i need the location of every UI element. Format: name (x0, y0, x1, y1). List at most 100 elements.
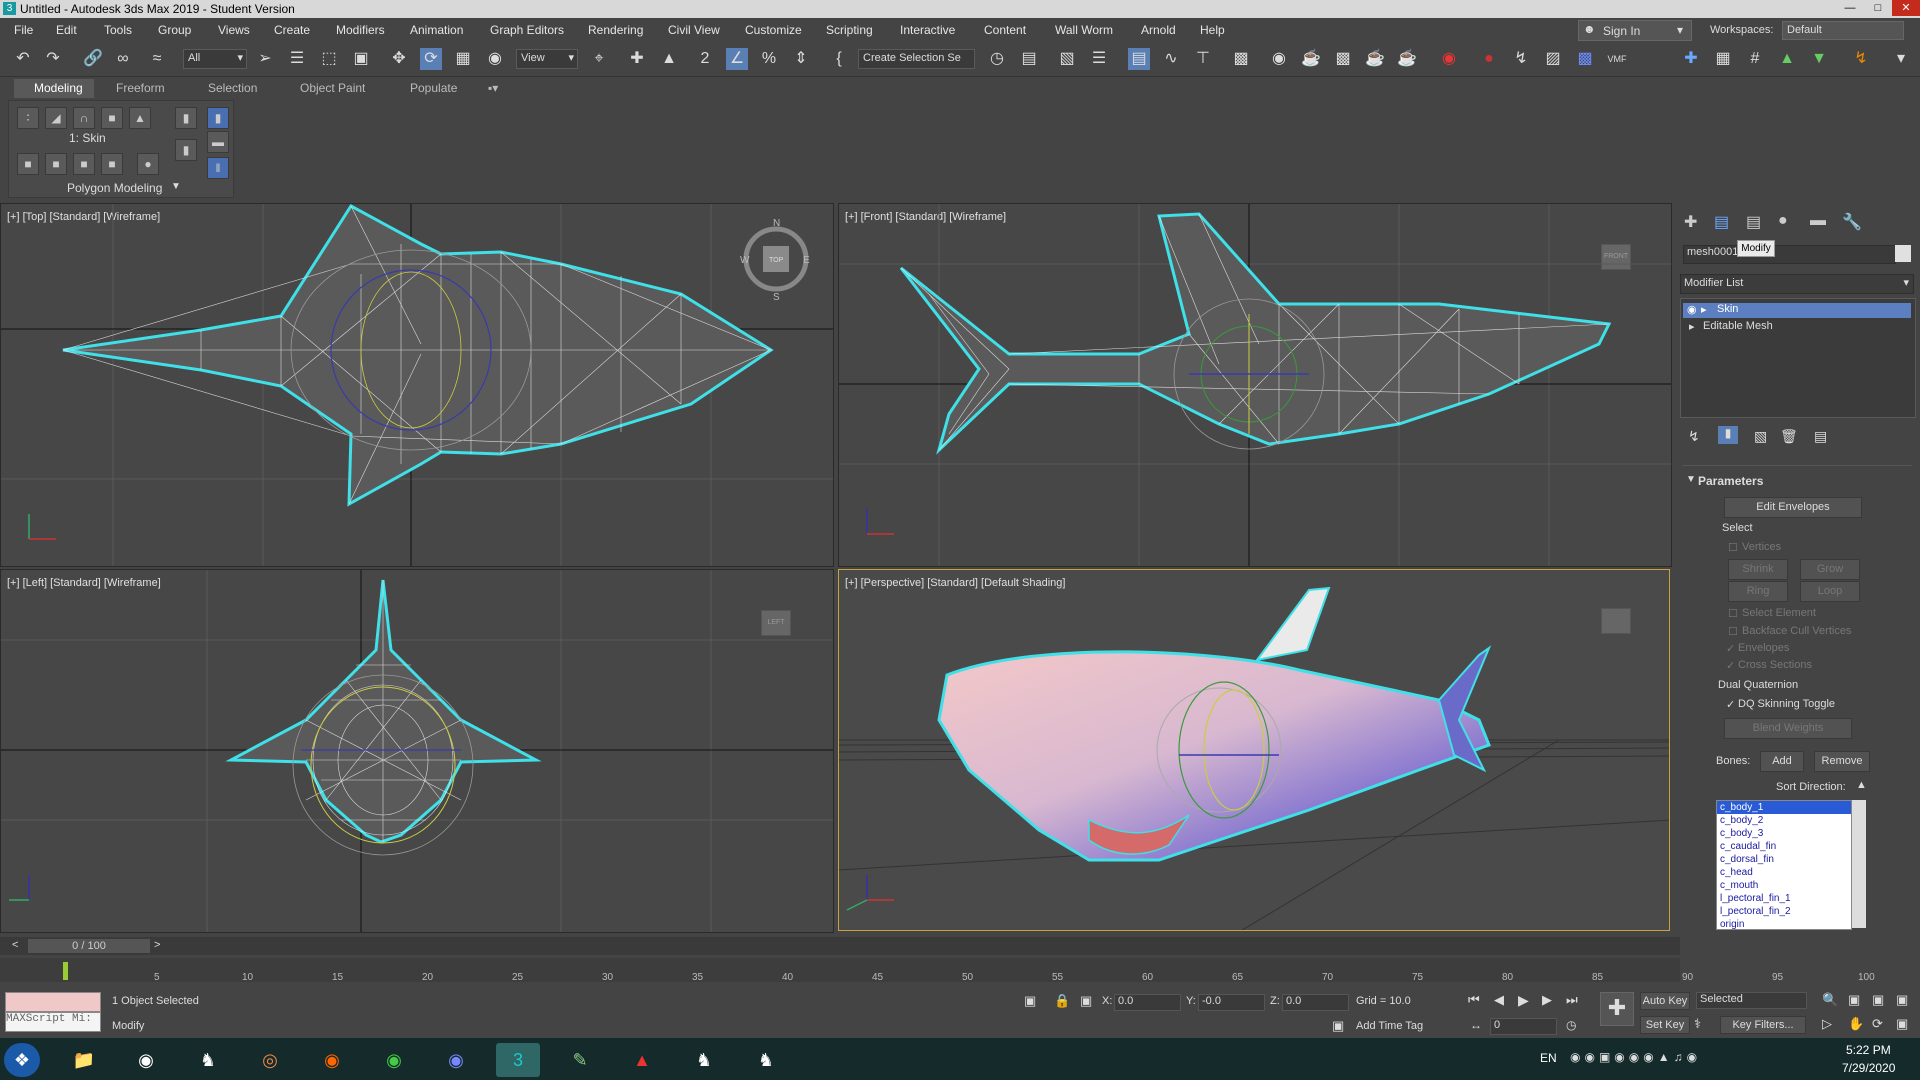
arnold-render-icon[interactable]: ◉ (1438, 48, 1460, 70)
list-item[interactable]: l_pectoral_fin_2 (1717, 905, 1851, 918)
start-icon[interactable]: ❖ (4, 1043, 40, 1077)
shrink-button[interactable]: Shrink (1728, 559, 1788, 580)
time-tag-icon[interactable]: ▣ (1332, 1018, 1344, 1034)
list-item[interactable]: c_caudal_fin (1717, 840, 1851, 853)
maxscript-listener-output[interactable] (5, 992, 101, 1012)
blend-weights-button[interactable]: Blend Weights (1724, 718, 1852, 739)
prev-frame-icon[interactable]: < (12, 939, 18, 951)
window-crossing-icon[interactable]: ▣ (350, 48, 372, 70)
select-manipulate-icon[interactable]: ✚ (626, 48, 648, 70)
key-mode-icon[interactable]: ↔ (1470, 1018, 1482, 1032)
parameters-rollout-title[interactable]: Parameters (1698, 474, 1763, 488)
viewport-perspective[interactable]: [+] [Perspective] [Standard] [Default Sh… (838, 569, 1670, 931)
menu-arnold[interactable]: Arnold (1141, 23, 1176, 37)
pivot-center-icon[interactable]: ⌖ (588, 48, 610, 70)
tab-freeform[interactable]: Freeform (116, 81, 165, 95)
list-item[interactable]: l_pectoral_fin_1 (1717, 892, 1851, 905)
menu-scripting[interactable]: Scripting (826, 23, 873, 37)
bones-scrollbar[interactable] (1852, 800, 1866, 928)
firefox-icon[interactable]: ◉ (310, 1043, 354, 1077)
scene-explorer-icon[interactable]: ▧ (1056, 48, 1078, 70)
stack-item-skin[interactable]: ◉ ▸ Skin (1683, 303, 1911, 318)
delete-icon[interactable]: 🗑 (1780, 428, 1798, 445)
menu-file[interactable]: File (14, 23, 33, 37)
minimize-icon[interactable]: — (1836, 0, 1864, 16)
select-element-checkbox[interactable]: ☐ (1728, 607, 1738, 620)
schematic-view-icon[interactable]: ▩ (1230, 48, 1252, 70)
menu-tools[interactable]: Tools (104, 23, 132, 37)
keyboard-shortcut-icon[interactable]: ▲ (658, 48, 680, 70)
orbit-icon[interactable]: ⟳ (1872, 1016, 1883, 1032)
zoom-extents-all-icon[interactable]: ▣ (1896, 992, 1908, 1008)
discord-icon[interactable]: ◉ (434, 1043, 478, 1077)
zoom-all-icon[interactable]: ▣ (1848, 992, 1860, 1008)
select-move-icon[interactable]: ✥ (388, 48, 410, 70)
eye-icon[interactable]: ◉ (1687, 303, 1697, 316)
render-setup-icon[interactable]: ☕ (1300, 48, 1322, 70)
edit-envelopes-button[interactable]: Edit Envelopes (1724, 497, 1862, 518)
tab-populate[interactable]: Populate (410, 81, 457, 95)
configure-sets-icon[interactable]: ▤ (1814, 428, 1827, 445)
pin-stack-icon[interactable]: ↯ (1688, 428, 1700, 445)
render-frame-icon[interactable]: ▩ (1332, 48, 1354, 70)
script-icon[interactable]: ▩ (1574, 48, 1596, 70)
utilities-tab-icon[interactable]: 🔧 (1842, 212, 1862, 232)
blender-icon[interactable]: ◎ (248, 1043, 292, 1077)
set-key-button[interactable]: Set Key (1640, 1016, 1690, 1034)
menu-views[interactable]: Views (218, 23, 250, 37)
expand-icon[interactable]: ▸ (1689, 320, 1695, 333)
set-key-big-icon[interactable]: ✚ (1600, 992, 1634, 1026)
link-icon[interactable]: 🔗 (82, 48, 104, 70)
cross-sections-checkbox[interactable]: ✓ (1726, 659, 1735, 672)
selection-filter-dropdown[interactable]: All ▾ (183, 49, 247, 69)
go-to-end-icon[interactable]: ⏭ (1566, 992, 1578, 1008)
arrow-up-icon[interactable]: ▲ (1776, 48, 1798, 70)
stack-item-editable-mesh[interactable]: ▸ Editable Mesh (1683, 320, 1911, 335)
percent-snap-icon[interactable]: % (758, 48, 780, 70)
redo-icon[interactable]: ↷ (42, 48, 64, 70)
auto-key-button[interactable]: Auto Key (1640, 992, 1690, 1010)
zoom-extents-icon[interactable]: ▣ (1872, 992, 1884, 1008)
element-icon[interactable]: ▲ (129, 107, 151, 129)
notepad-icon[interactable]: ✎ (558, 1043, 602, 1077)
list-item[interactable]: c_head (1717, 866, 1851, 879)
add-icon[interactable]: ✚ (1680, 48, 1702, 70)
tray-icons[interactable]: ◉◉▣◉◉◉▲♫◉ (1570, 1050, 1701, 1064)
sort-up-icon[interactable]: ▲ (1856, 779, 1867, 791)
configure-icon[interactable]: ‖ (207, 157, 229, 179)
menu-customize[interactable]: Customize (745, 23, 802, 37)
language-indicator[interactable]: EN (1540, 1051, 1557, 1065)
play-icon[interactable]: ▶ (1518, 992, 1529, 1009)
angle-snap-icon[interactable]: ∠ (726, 48, 748, 70)
workspace-dropdown[interactable]: Default (1782, 21, 1904, 40)
z-coordinate-field[interactable]: 0.0 (1282, 994, 1349, 1011)
file-explorer-icon[interactable]: 📁 (62, 1043, 106, 1077)
dq-toggle-checkbox[interactable]: ✓ (1726, 698, 1735, 711)
tool-b-icon[interactable]: ■ (45, 153, 67, 175)
modify-tab-icon[interactable]: ▤ (1714, 212, 1729, 232)
clock-time[interactable]: 5:22 PM (1846, 1043, 1891, 1057)
current-frame-field[interactable]: 0 (1490, 1018, 1557, 1035)
vertices-checkbox[interactable]: ☐ (1728, 541, 1738, 554)
reference-coordinate-dropdown[interactable]: View ▾ (516, 49, 578, 69)
ribbon-toggle-icon[interactable]: ▤ (1128, 48, 1150, 70)
time-slider[interactable]: 0 / 100 (28, 939, 150, 953)
viewcube-perspective[interactable] (1601, 608, 1631, 634)
remove-modifier-icon[interactable]: ▬ (207, 131, 229, 153)
list-item[interactable]: origin (1717, 918, 1851, 929)
render-iterative-icon[interactable]: ☕ (1396, 48, 1418, 70)
vmf-icon[interactable]: VMF (1606, 48, 1628, 70)
collapse-icon[interactable]: ▼ (1686, 474, 1696, 485)
time-config-icon[interactable]: ◷ (1566, 1018, 1576, 1032)
menu-help[interactable]: Help (1200, 23, 1225, 37)
menu-create[interactable]: Create (274, 23, 310, 37)
record-icon[interactable]: ● (1478, 48, 1500, 70)
polygon-modeling-label[interactable]: Polygon Modeling (67, 181, 162, 195)
key-filters-button[interactable]: Key Filters... (1720, 1016, 1806, 1034)
ribbon-options-icon[interactable]: ▪▾ (488, 81, 498, 95)
list-item[interactable]: c_dorsal_fin (1717, 853, 1851, 866)
steam-icon[interactable]: ◉ (124, 1043, 168, 1077)
modifier-list-dropdown[interactable]: Modifier List ▾ (1680, 274, 1914, 294)
zoom-icon[interactable]: 🔍 (1822, 992, 1838, 1008)
chrome-icon[interactable]: ◉ (372, 1043, 416, 1077)
